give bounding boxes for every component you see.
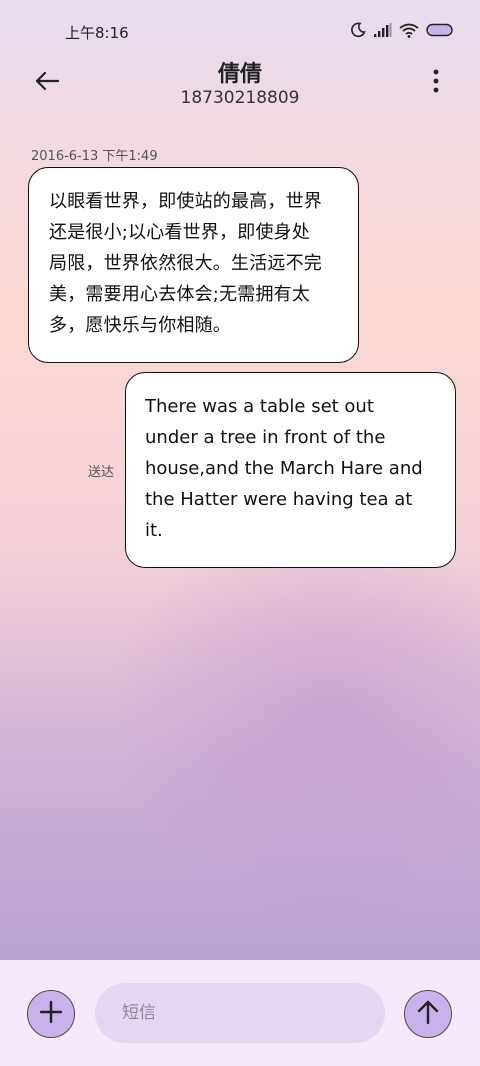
contact-name: 倩倩 bbox=[217, 62, 262, 87]
status-time: 上午8:16 bbox=[65, 24, 129, 42]
message-input[interactable] bbox=[95, 983, 385, 1043]
wifi-icon bbox=[399, 23, 419, 38]
message-line: 局限，世界依然很大。生活远不完 bbox=[49, 253, 322, 274]
contact-number: 18730218809 bbox=[180, 88, 300, 108]
conversation-header: 倩倩 18730218809 bbox=[0, 56, 480, 116]
incoming-message-bubble[interactable]: 以眼看世界，即使站的最高，世界 还是很小;以心看世界，即使身处 局限，世界依然很… bbox=[28, 167, 359, 363]
message-line: under a tree in front of the bbox=[145, 427, 386, 448]
message-timestamp: 2016-6-13 下午1:49 bbox=[31, 149, 158, 164]
more-options-button[interactable] bbox=[424, 66, 448, 100]
add-attachment-button[interactable] bbox=[27, 990, 75, 1038]
more-vertical-icon bbox=[433, 69, 439, 97]
message-line: it. bbox=[145, 520, 163, 541]
message-line: house,and the March Hare and bbox=[145, 458, 423, 479]
message-line: 美，需要用心去体会;无需拥有太 bbox=[49, 284, 311, 305]
battery-icon bbox=[426, 23, 454, 37]
message-line: 多，愿快乐与你相随。 bbox=[49, 315, 231, 336]
moon-icon bbox=[350, 22, 366, 38]
outgoing-message-text: There was a table set out under a tree i… bbox=[145, 391, 437, 546]
send-button[interactable] bbox=[404, 990, 452, 1038]
outgoing-message-bubble[interactable]: There was a table set out under a tree i… bbox=[125, 372, 456, 568]
status-bar: 上午8:16 bbox=[0, 0, 480, 60]
plus-icon bbox=[39, 1000, 63, 1028]
arrow-up-icon bbox=[417, 999, 439, 1029]
message-line: There was a table set out bbox=[145, 396, 374, 417]
signal-icon bbox=[373, 22, 392, 38]
status-icons bbox=[350, 22, 454, 38]
message-line: 还是很小;以心看世界，即使身处 bbox=[49, 222, 311, 243]
incoming-message-text: 以眼看世界，即使站的最高，世界 还是很小;以心看世界，即使身处 局限，世界依然很… bbox=[49, 186, 338, 341]
message-line: the Hatter were having tea at bbox=[145, 489, 413, 510]
message-line: 以眼看世界，即使站的最高，世界 bbox=[49, 191, 322, 212]
delivery-status: 送达 bbox=[88, 465, 115, 480]
